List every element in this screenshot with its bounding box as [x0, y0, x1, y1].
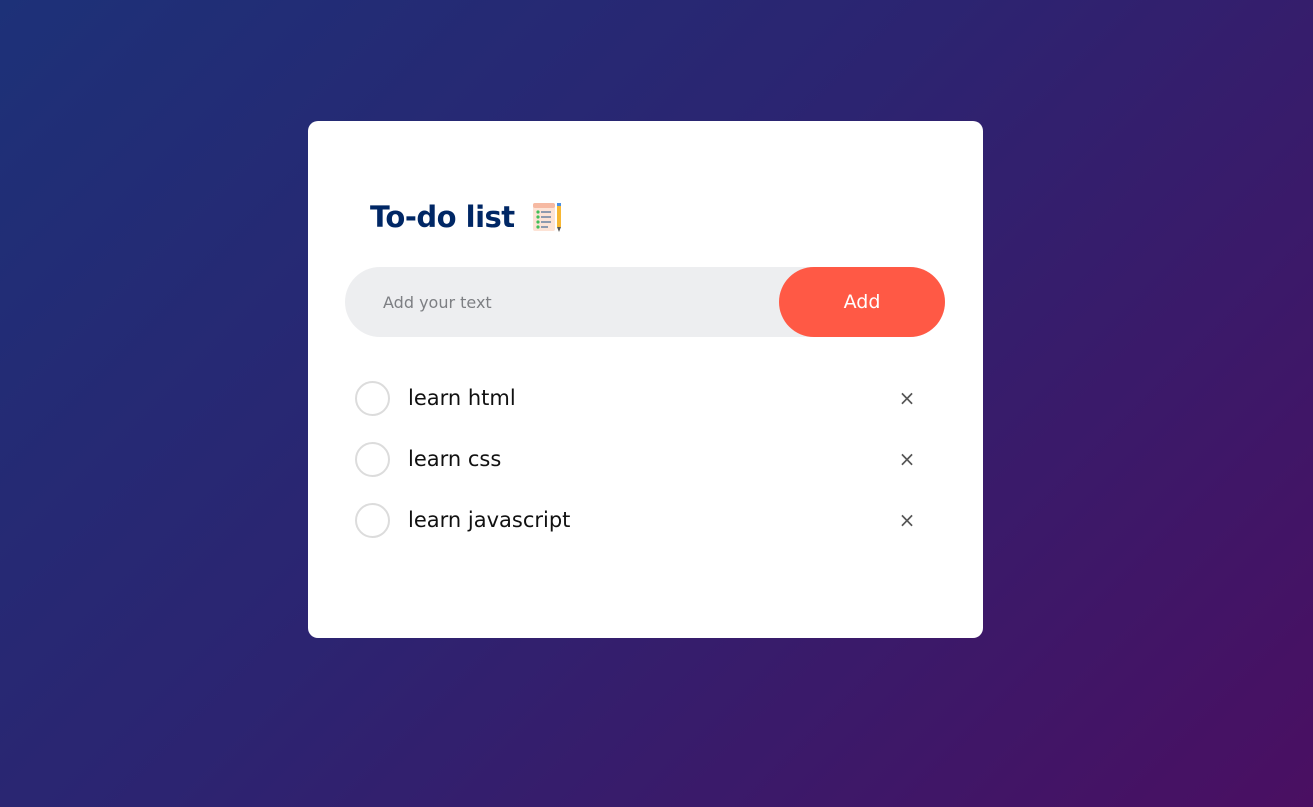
close-icon[interactable]: × — [889, 380, 925, 416]
checkbox-circle[interactable] — [355, 441, 390, 477]
add-button[interactable]: Add — [779, 267, 945, 337]
close-icon[interactable]: × — [889, 441, 925, 477]
page-title: To-do list — [370, 200, 515, 234]
checkbox-circle[interactable] — [355, 380, 390, 416]
add-task-row: Add — [345, 267, 945, 337]
close-icon[interactable]: × — [889, 502, 925, 538]
todo-card: To-do list Add lea — [308, 121, 983, 638]
task-label: learn javascript — [408, 508, 571, 532]
notepad-pencil-icon — [529, 199, 565, 235]
checkbox-circle[interactable] — [355, 502, 390, 538]
task-label: learn css — [408, 447, 502, 471]
title-row: To-do list — [370, 199, 565, 235]
task-item[interactable]: learn css × — [355, 441, 945, 477]
task-item[interactable]: learn html × — [355, 380, 945, 416]
task-item[interactable]: learn javascript × — [355, 502, 945, 538]
task-list: learn html × learn css × learn javascrip… — [355, 380, 945, 563]
task-input[interactable] — [345, 267, 779, 337]
task-label: learn html — [408, 386, 516, 410]
